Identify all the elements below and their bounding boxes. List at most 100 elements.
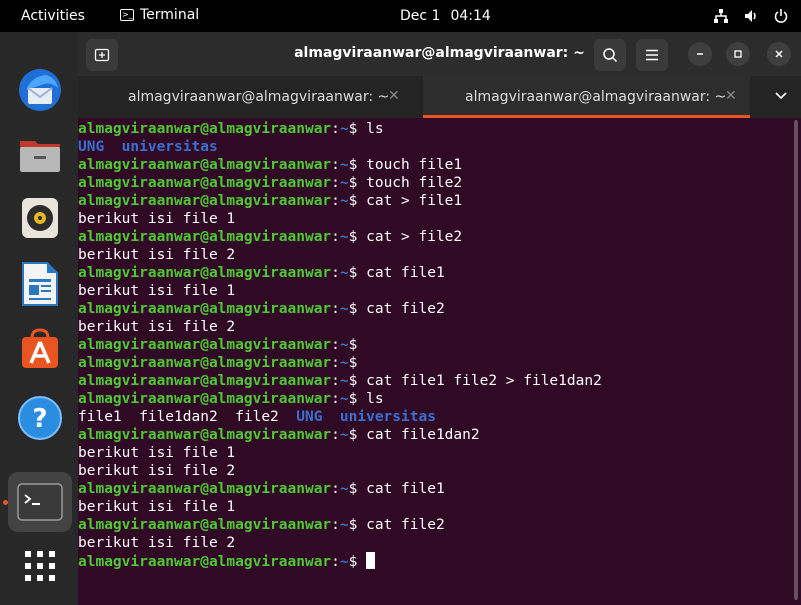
app-center-icon <box>22 328 58 368</box>
terminal-icon <box>17 483 63 521</box>
tab-2-close-icon[interactable]: ✕ <box>725 88 737 104</box>
power-icon <box>774 9 788 23</box>
command-text: ls <box>366 391 384 407</box>
command-line: almagviraanwar@almagviraanwar:~$ cat fil… <box>78 516 445 534</box>
minimize-button[interactable] <box>688 42 712 66</box>
prompt-symbol: $ <box>348 121 367 137</box>
prompt-path: ~ <box>339 355 349 371</box>
running-indicator <box>3 500 8 505</box>
dock-item-app-center[interactable] <box>14 322 66 374</box>
output-text: berikut isi file 1 <box>78 499 236 515</box>
tab-2[interactable]: almagviraanwar@almagviraanwar: ~ ✕ <box>423 76 750 118</box>
output-line: berikut isi file 1 <box>78 444 235 462</box>
clock-date: Dec 1 <box>400 8 441 24</box>
directory-listing: UNG universitas <box>296 409 436 425</box>
prompt-user: almagviraanwar@almagviraanwar <box>78 175 332 191</box>
prompt-user: almagviraanwar@almagviraanwar <box>78 193 332 209</box>
command-line: almagviraanwar@almagviraanwar:~$ cat fil… <box>78 426 480 444</box>
tab-1-label: almagviraanwar@almagviraanwar: ~ <box>128 89 390 105</box>
output-line: berikut isi file 2 <box>78 462 235 480</box>
prompt-separator: : <box>331 373 340 389</box>
activities-button[interactable]: Activities <box>21 8 85 24</box>
scrollbar[interactable] <box>794 120 798 600</box>
svg-text:?: ? <box>32 404 47 434</box>
clock[interactable]: Dec 1 04:14 <box>400 8 491 24</box>
prompt-symbol: $ <box>348 157 367 173</box>
dock-item-files[interactable] <box>14 128 66 180</box>
prompt-path: ~ <box>339 193 349 209</box>
output-line: berikut isi file 1 <box>78 282 235 300</box>
prompt-path: ~ <box>339 554 349 570</box>
prompt-symbol: $ <box>348 229 367 245</box>
output-text: berikut isi file 2 <box>78 463 236 479</box>
command-line: almagviraanwar@almagviraanwar:~$ cat > f… <box>78 228 462 246</box>
dock-item-help[interactable]: ? <box>14 392 66 444</box>
output-text: berikut isi file 2 <box>78 535 236 551</box>
dock-item-rhythmbox[interactable] <box>14 192 66 244</box>
prompt-symbol: $ <box>348 301 367 317</box>
prompt-separator: : <box>331 517 340 533</box>
tab-1[interactable]: almagviraanwar@almagviraanwar: ~ ✕ <box>78 76 423 118</box>
prompt-symbol: $ <box>348 265 367 281</box>
output-text: berikut isi file 1 <box>78 283 236 299</box>
search-button[interactable] <box>594 39 626 71</box>
command-text: ls <box>366 121 384 137</box>
tab-list-button[interactable] <box>775 88 787 104</box>
prompt-user: almagviraanwar@almagviraanwar <box>78 265 332 281</box>
command-text: cat file1 <box>366 265 445 281</box>
close-button[interactable] <box>767 42 791 66</box>
prompt-separator: : <box>331 301 340 317</box>
directory-listing: UNG universitas <box>78 139 218 155</box>
dock-item-show-apps[interactable] <box>14 540 66 592</box>
app-menu[interactable]: >_ Terminal <box>120 7 199 23</box>
prompt-separator: : <box>331 391 340 407</box>
terminal-app-icon: >_ <box>120 9 134 21</box>
output-line: berikut isi file 1 <box>78 498 235 516</box>
prompt-path: ~ <box>339 121 349 137</box>
command-text: cat file1 file2 > file1dan2 <box>366 373 602 389</box>
output-line: file1 file1dan2 file2 UNG universitas <box>78 408 436 426</box>
tab-1-close-icon[interactable]: ✕ <box>388 88 400 104</box>
prompt-user: almagviraanwar@almagviraanwar <box>78 427 332 443</box>
dock-item-thunderbird[interactable] <box>14 64 66 116</box>
prompt-path: ~ <box>339 175 349 191</box>
output-line: berikut isi file 1 <box>78 210 235 228</box>
active-prompt-line: almagviraanwar@almagviraanwar:~$ <box>78 552 376 570</box>
libreoffice-writer-icon <box>22 262 58 306</box>
prompt-separator: : <box>331 337 340 353</box>
prompt-path: ~ <box>339 265 349 281</box>
dock-item-terminal[interactable] <box>8 472 72 532</box>
dock-item-writer[interactable] <box>14 258 66 310</box>
prompt-user: almagviraanwar@almagviraanwar <box>78 157 332 173</box>
prompt-user: almagviraanwar@almagviraanwar <box>78 373 332 389</box>
command-text: cat > file2 <box>366 229 463 245</box>
command-text: cat file1dan2 <box>366 427 480 443</box>
command-line: almagviraanwar@almagviraanwar:~$ touch f… <box>78 156 462 174</box>
rhythmbox-icon <box>22 198 58 238</box>
system-tray[interactable] <box>713 8 789 24</box>
prompt-user: almagviraanwar@almagviraanwar <box>78 391 332 407</box>
network-icon <box>714 9 728 23</box>
menu-button[interactable] <box>636 39 668 71</box>
terminal-window: almagviraanwar@almagviraanwar: ~ almagvi… <box>78 32 801 605</box>
prompt-separator: : <box>331 121 340 137</box>
maximize-icon <box>734 50 742 58</box>
top-bar: Activities >_ Terminal Dec 1 04:14 <box>0 0 801 32</box>
tab-bar: almagviraanwar@almagviraanwar: ~ ✕ almag… <box>78 76 801 118</box>
output-line: berikut isi file 2 <box>78 246 235 264</box>
chevron-down-icon <box>775 92 787 100</box>
prompt-separator: : <box>331 355 340 371</box>
prompt-symbol: $ <box>348 481 367 497</box>
command-line: almagviraanwar@almagviraanwar:~$ cat fil… <box>78 480 445 498</box>
prompt-separator: : <box>331 265 340 281</box>
prompt-symbol: $ <box>348 193 367 209</box>
terminal-output[interactable]: almagviraanwar@almagviraanwar:~$ ls UNG u… <box>78 118 791 605</box>
prompt-user: almagviraanwar@almagviraanwar <box>78 121 332 137</box>
prompt-separator: : <box>331 554 340 570</box>
prompt-path: ~ <box>339 427 349 443</box>
show-apps-icon <box>25 551 55 581</box>
maximize-button[interactable] <box>726 42 750 66</box>
clock-time: 04:14 <box>450 8 491 24</box>
command-line: almagviraanwar@almagviraanwar:~$ <box>78 336 366 354</box>
prompt-user: almagviraanwar@almagviraanwar <box>78 554 332 570</box>
